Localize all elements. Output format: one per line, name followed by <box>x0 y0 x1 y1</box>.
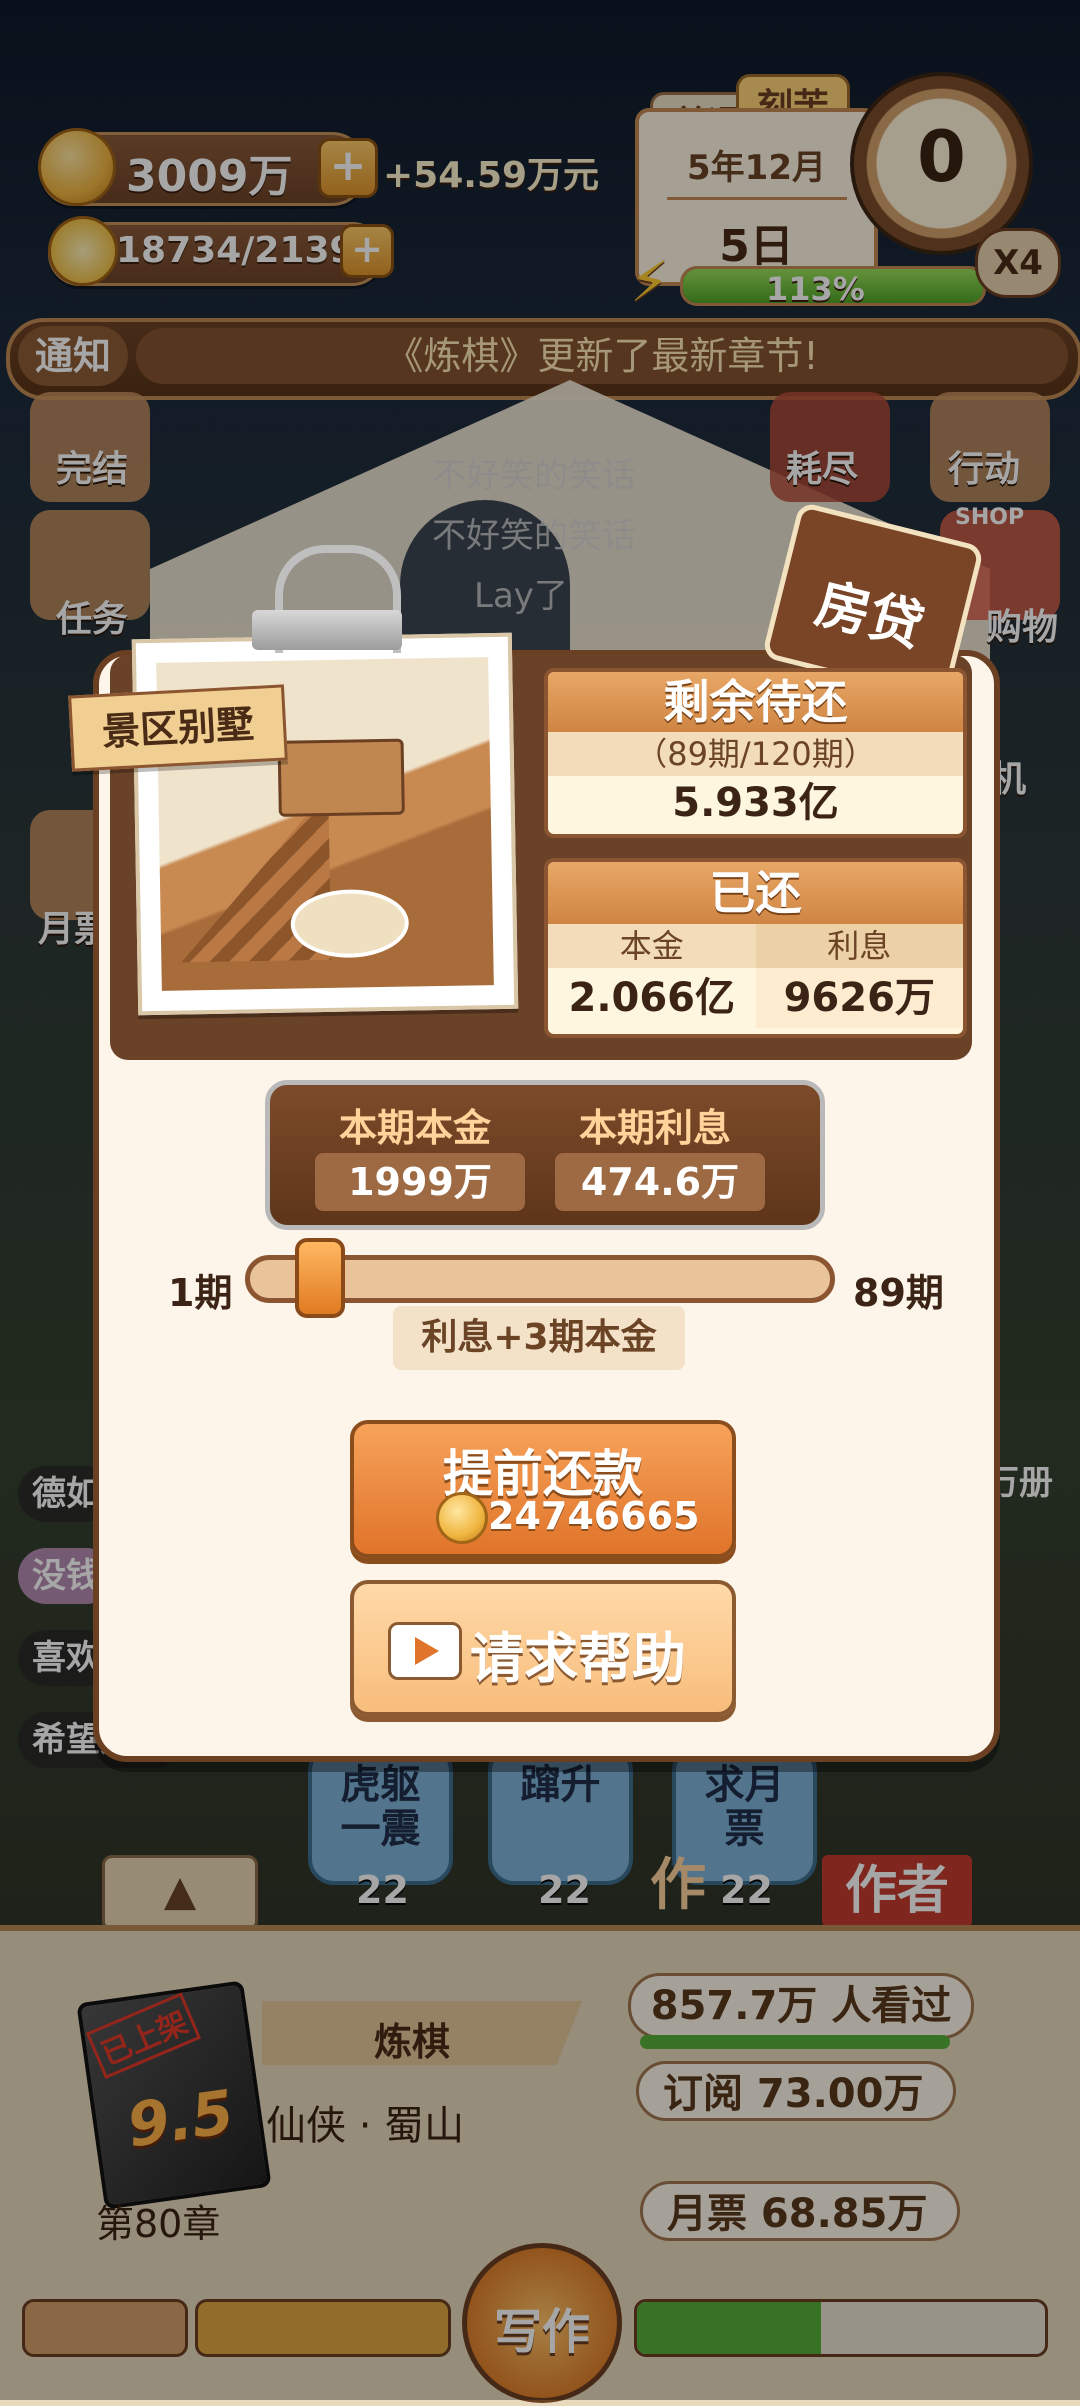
paid-interest: 9626万 <box>755 968 963 1028</box>
period-slider-thumb[interactable] <box>295 1238 345 1318</box>
current-interest-label: 本期利息 <box>578 1106 731 1150</box>
bed-shape <box>277 738 405 817</box>
remaining-amount: 5.933亿 <box>672 780 839 826</box>
prepay-button[interactable]: 提前还款 24746665 <box>350 1420 736 1558</box>
remaining-periods: （89期/120期） <box>548 732 963 776</box>
paid-principal: 2.066亿 <box>568 975 736 1021</box>
current-period-plaque: 本期本金 本期利息 1999万 474.6万 <box>265 1080 825 1230</box>
video-play-icon <box>388 1622 462 1680</box>
ribbon-label: 房贷 <box>809 571 930 659</box>
request-help-label: 请求帮助 <box>470 1627 686 1690</box>
current-principal: 1999万 <box>315 1153 525 1211</box>
paid-interest-label: 利息 <box>755 924 963 968</box>
property-name-tag: 景区别墅 <box>68 684 288 772</box>
paid-title: 已还 <box>548 862 963 924</box>
prepay-amount: 24746665 <box>488 1494 700 1538</box>
slider-min-label: 1期 <box>168 1271 233 1315</box>
prepay-coin-icon <box>436 1492 488 1544</box>
remaining-title: 剩余待还 <box>548 672 963 732</box>
paid-box: 已还 本金 利息 2.066亿 9626万 <box>544 858 967 1038</box>
rug-shape <box>290 888 410 959</box>
current-interest: 474.6万 <box>555 1153 765 1211</box>
slider-max-label: 89期 <box>853 1271 944 1315</box>
remaining-box: 剩余待还 （89期/120期） 5.933亿 <box>544 668 967 838</box>
binder-clip-base <box>252 610 402 650</box>
slider-hint: 利息+3期本金 <box>393 1306 685 1370</box>
paid-principal-label: 本金 <box>548 924 756 968</box>
current-principal-label: 本期本金 <box>338 1106 491 1150</box>
request-help-button[interactable]: 请求帮助 <box>350 1580 736 1716</box>
